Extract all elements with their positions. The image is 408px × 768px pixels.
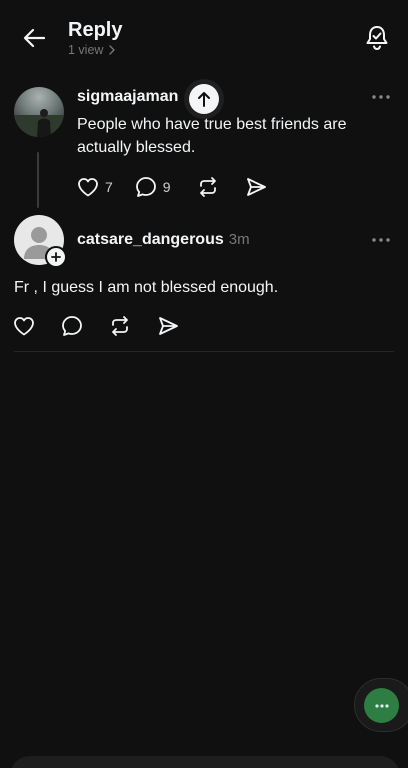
repost-icon [199, 177, 216, 197]
more-icon [372, 95, 390, 99]
view-count-link[interactable]: 1 view [68, 43, 116, 57]
post-text: Fr , I guess I am not blessed enough. [14, 279, 279, 296]
comment-icon [62, 316, 82, 336]
more-options-button[interactable] [369, 232, 393, 248]
post-username[interactable]: sigmaajaman [77, 88, 178, 106]
post-actions: 7 9 [77, 175, 267, 199]
post-username[interactable]: catsare_dangerous [77, 231, 224, 248]
share-button[interactable] [157, 314, 179, 338]
repost-button[interactable] [109, 314, 131, 338]
profile-photo [14, 109, 64, 137]
scroll-up-button[interactable] [189, 84, 219, 114]
more-icon [374, 703, 389, 708]
comment-count: 9 [162, 179, 171, 195]
reply-screen: Reply 1 view sigmaajaman People who have… [0, 0, 408, 768]
comment-button[interactable]: 9 [135, 175, 171, 199]
chat-heads-button[interactable] [364, 688, 399, 723]
like-button[interactable] [13, 314, 35, 338]
view-count: 1 view [68, 43, 104, 57]
heart-icon [78, 178, 98, 197]
repost-button[interactable] [197, 175, 219, 199]
thread-line [37, 152, 39, 208]
like-button[interactable]: 7 [77, 175, 113, 199]
more-options-button[interactable] [369, 89, 393, 105]
comment-icon [135, 177, 156, 197]
notifications-button[interactable] [362, 22, 392, 54]
arrow-up-icon [198, 92, 210, 107]
like-count: 7 [105, 179, 113, 195]
comment-button[interactable] [61, 314, 83, 338]
heart-icon [14, 317, 34, 336]
reply-input-bar[interactable] [10, 756, 400, 768]
send-icon [159, 317, 178, 335]
chevron-right-icon [109, 45, 116, 55]
repost-icon [112, 316, 128, 336]
back-button[interactable] [18, 24, 50, 52]
floating-bubble[interactable] [354, 678, 408, 732]
page-title: Reply [68, 19, 123, 41]
more-icon [372, 238, 390, 242]
bell-check-icon [366, 26, 388, 51]
post-username-row: catsare_dangerous 3m [77, 231, 250, 249]
back-arrow-icon [23, 28, 45, 48]
share-button[interactable] [245, 175, 267, 199]
send-icon [246, 178, 266, 196]
follow-button[interactable] [45, 246, 67, 268]
divider [14, 351, 394, 352]
top-bar: Reply 1 view [0, 0, 408, 70]
avatar[interactable] [14, 87, 64, 137]
post-timestamp: 3m [228, 231, 250, 248]
post-actions [13, 314, 179, 338]
post-text: People who have true best friends are ac… [77, 116, 347, 156]
plus-icon [51, 252, 61, 262]
